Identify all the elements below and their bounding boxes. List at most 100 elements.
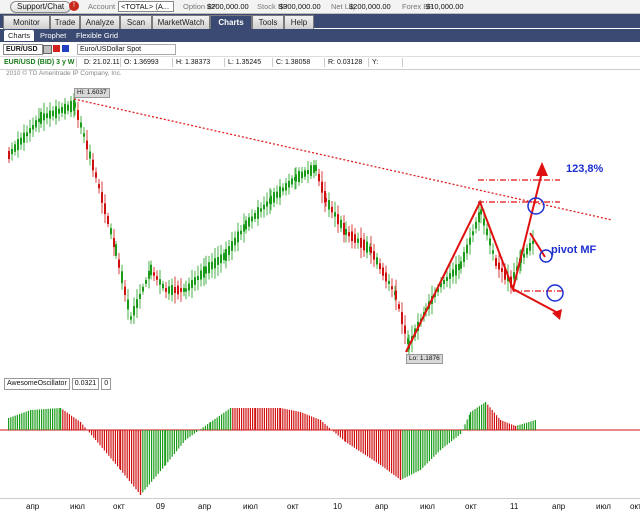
tab-marketwatch[interactable]: MarketWatch bbox=[152, 15, 210, 29]
oscillator-bar bbox=[138, 430, 139, 492]
tab-tools[interactable]: Tools bbox=[252, 15, 284, 29]
oscillator-bar bbox=[142, 430, 143, 492]
tab-scan[interactable]: Scan bbox=[120, 15, 152, 29]
oscillator-bar bbox=[352, 430, 353, 446]
oscillator-bar bbox=[444, 430, 445, 446]
dropdown-icon[interactable] bbox=[43, 45, 52, 54]
candle-body bbox=[379, 263, 381, 269]
candle-body bbox=[77, 110, 79, 120]
candle-body bbox=[101, 192, 103, 203]
price-chart[interactable] bbox=[0, 78, 640, 378]
oscillator-bar bbox=[338, 430, 339, 435]
oscillator-bar bbox=[289, 410, 290, 430]
oscillator-bar bbox=[133, 430, 134, 487]
candle-body bbox=[363, 240, 365, 251]
tab-help[interactable]: Help bbox=[284, 15, 314, 29]
candle-body bbox=[315, 165, 317, 171]
oscillator-bar bbox=[277, 408, 278, 430]
oscillator-bar bbox=[535, 420, 536, 430]
candle-body bbox=[245, 221, 247, 230]
range-value: R: 0.03128 bbox=[326, 58, 369, 67]
trendline bbox=[74, 99, 612, 220]
alert-icon[interactable]: ! bbox=[69, 1, 79, 11]
oscillator-bar bbox=[367, 430, 368, 456]
candle-body bbox=[150, 265, 152, 276]
oscillator-bar bbox=[302, 413, 303, 430]
oscillator-bar bbox=[515, 426, 516, 430]
oscillator-bar bbox=[80, 422, 81, 430]
candle-body bbox=[443, 280, 445, 284]
oscillator-bar bbox=[429, 430, 430, 461]
account-selector[interactable]: <TOTAL> (A... bbox=[118, 1, 174, 12]
candle-body bbox=[483, 218, 485, 225]
oscillator-bar bbox=[230, 408, 231, 430]
oscillator-bar bbox=[176, 430, 177, 451]
forex-bp-value: $10,000.00 bbox=[426, 2, 464, 11]
oscillator-bar bbox=[73, 417, 74, 430]
oscillator-bar bbox=[232, 408, 233, 430]
oscillator-bar bbox=[304, 414, 305, 430]
x-axis: апр июл окт 09 апр июл окт 10 апр июл ок… bbox=[0, 498, 640, 528]
oscillator-bar bbox=[56, 408, 57, 430]
oscillator-extra: 0 bbox=[101, 378, 111, 390]
candle-body bbox=[270, 196, 272, 204]
oscillator-bar bbox=[485, 402, 486, 430]
oscillator-bar bbox=[371, 430, 372, 459]
oscillator-bar bbox=[376, 430, 377, 462]
x-tick: 09 bbox=[156, 502, 165, 511]
tab-monitor[interactable]: Monitor bbox=[3, 15, 50, 29]
flag-icon[interactable] bbox=[53, 45, 60, 52]
oscillator-bar bbox=[489, 407, 490, 430]
candle-body bbox=[74, 102, 76, 107]
candle-body bbox=[492, 250, 494, 253]
candle-body bbox=[185, 288, 187, 291]
period-label[interactable]: EUR/USD (BID) 3 y W bbox=[2, 58, 77, 67]
subtab-flexible-grid[interactable]: Flexible Grid bbox=[72, 30, 122, 41]
oscillator-bar bbox=[318, 419, 319, 430]
link-icon[interactable] bbox=[62, 45, 69, 52]
subtab-charts[interactable]: Charts bbox=[4, 30, 34, 41]
oscillator-chart[interactable] bbox=[0, 390, 640, 498]
oscillator-bar bbox=[322, 422, 323, 430]
tab-charts[interactable]: Charts bbox=[210, 15, 252, 29]
oscillator-bar bbox=[239, 408, 240, 430]
symbol-input[interactable]: EUR/USD bbox=[3, 44, 43, 55]
oscillator-bar bbox=[160, 430, 161, 471]
candle-body bbox=[14, 144, 16, 152]
candle-body bbox=[194, 277, 196, 285]
candle-body bbox=[148, 271, 150, 279]
arrow-up-icon bbox=[536, 162, 548, 176]
candle-body bbox=[328, 200, 330, 210]
support-chat-button[interactable]: Support/Chat bbox=[10, 1, 71, 13]
oscillator-bar bbox=[200, 429, 201, 430]
candle-body bbox=[26, 132, 28, 136]
oscillator-name[interactable]: AwesomeOscillator bbox=[4, 378, 70, 390]
candle-body bbox=[191, 280, 193, 288]
oscillator-bar bbox=[120, 430, 121, 470]
oscillator-bar bbox=[472, 411, 473, 430]
oscillator-bar bbox=[140, 430, 141, 495]
candle-body bbox=[130, 316, 132, 319]
oscillator-bars bbox=[8, 402, 536, 495]
candle-body bbox=[460, 261, 462, 268]
tab-analyze[interactable]: Analyze bbox=[80, 15, 120, 29]
subtab-prophet[interactable]: Prophet bbox=[36, 30, 70, 41]
candle-body bbox=[304, 170, 306, 177]
oscillator-bar bbox=[407, 430, 408, 477]
tab-trade[interactable]: Trade bbox=[50, 15, 80, 29]
candle-body bbox=[243, 224, 245, 231]
oscillator-bar bbox=[48, 409, 49, 430]
oscillator-bar bbox=[245, 408, 246, 430]
candle-body bbox=[200, 271, 202, 280]
oscillator-bar bbox=[354, 430, 355, 448]
candle-body bbox=[458, 264, 460, 270]
oscillator-bar bbox=[115, 430, 116, 464]
oscillator-bar bbox=[108, 430, 109, 456]
oscillator-bar bbox=[59, 408, 60, 430]
oscillator-bar bbox=[84, 427, 85, 430]
candle-body bbox=[285, 183, 287, 190]
oscillator-bar bbox=[313, 417, 314, 430]
oscillator-bar bbox=[187, 430, 188, 438]
oscillator-bar bbox=[113, 430, 114, 461]
candle-body bbox=[107, 216, 109, 224]
